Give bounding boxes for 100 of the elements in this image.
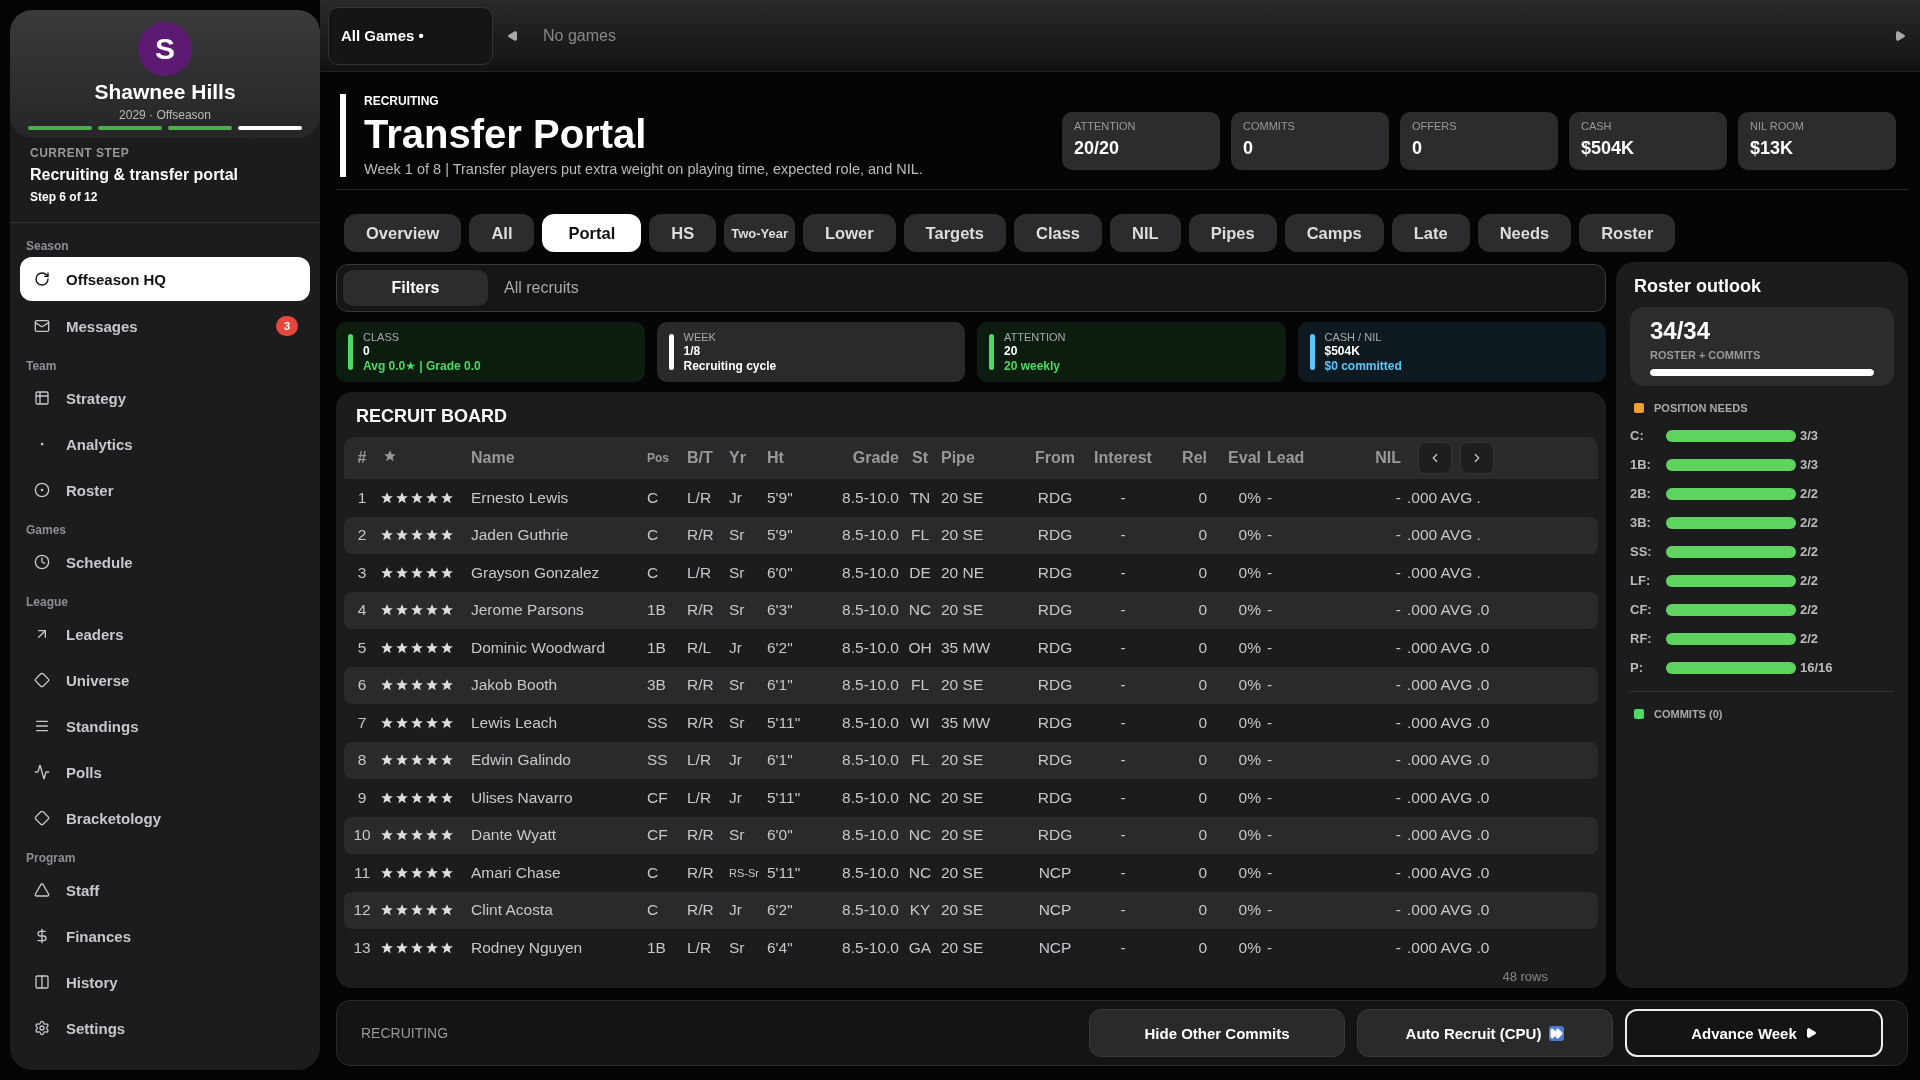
table-cell-text: R/R: [686, 676, 715, 695]
star-icon[interactable]: [383, 449, 397, 463]
star-icon: [410, 565, 424, 580]
nav-item[interactable]: Standings: [20, 705, 310, 747]
nav-item[interactable]: Leaders: [20, 613, 310, 655]
nav-item[interactable]: Staff: [20, 869, 310, 911]
nav-item[interactable]: Bracketology: [20, 797, 310, 839]
column-header[interactable]: Ht: [764, 449, 820, 467]
tab[interactable]: Two-Year: [724, 214, 795, 252]
diamond-icon: [34, 672, 50, 688]
position-label: CF:: [1630, 602, 1653, 617]
table-cell-text: 0: [1197, 751, 1208, 770]
tab[interactable]: Portal: [542, 214, 642, 252]
position-label: 2B:: [1630, 486, 1652, 501]
star-icon: [425, 603, 439, 618]
table-row[interactable]: 6 Jakob Booth 3B R/R Sr 6'1" 8.5-10.0 FL 20 SE RDG - 0 0% - - .000 AVG .0: [344, 666, 1598, 704]
table-cell-text: RDG: [1036, 826, 1074, 845]
table-cell-text: 6'1": [766, 751, 794, 770]
table-cell-text: 0%: [1237, 676, 1262, 695]
right-arrow-icon[interactable]: [1894, 29, 1906, 42]
nav-item[interactable]: History: [20, 961, 310, 1003]
column-header[interactable]: #: [344, 449, 380, 467]
nav-item[interactable]: Polls: [20, 751, 310, 793]
games-dropdown[interactable]: All Games •: [328, 6, 493, 65]
nav-item[interactable]: Schedule: [20, 541, 310, 583]
column-header[interactable]: Pos: [644, 451, 684, 465]
nav-item[interactable]: Universe: [20, 659, 310, 701]
column-header[interactable]: St: [902, 449, 938, 467]
table-cell-text: 8.5-10.0: [841, 826, 900, 845]
tab[interactable]: Overview: [344, 214, 462, 252]
column-header[interactable]: Name: [468, 449, 644, 467]
nav-label: Leaders: [66, 625, 125, 643]
tab[interactable]: Needs: [1477, 214, 1572, 252]
star-icon: [380, 603, 394, 618]
nav-item[interactable]: Settings: [20, 1007, 310, 1049]
left-arrow-icon[interactable]: [507, 29, 519, 42]
tab[interactable]: Lower: [803, 214, 896, 252]
nav-section-title: Season: [25, 238, 70, 255]
tab[interactable]: Pipes: [1188, 214, 1277, 252]
nav-item[interactable]: Offseason HQ: [20, 257, 310, 301]
column-header[interactable]: Yr: [726, 449, 764, 467]
tab[interactable]: Camps: [1284, 214, 1384, 252]
table-cell-text: -: [1266, 488, 1274, 507]
tab[interactable]: NIL: [1110, 214, 1181, 252]
action-button[interactable]: Auto Recruit (CPU): [1357, 1009, 1613, 1057]
table-cell-text: Rodney Nguyen: [470, 938, 584, 957]
table-cell-text: NC: [907, 863, 933, 882]
table-cell-text: RDG: [1036, 788, 1074, 807]
table-cell-text: 1B: [646, 638, 667, 657]
step-count: Step 6 of 12: [30, 190, 99, 204]
nav-item[interactable]: Roster: [20, 469, 310, 511]
nav-item[interactable]: Analytics: [20, 423, 310, 465]
table-row[interactable]: 2 Jaden Guthrie C R/R Sr 5'9" 8.5-10.0 FL 20 SE RDG - 0 0% - - .000 AVG .: [344, 516, 1598, 554]
roster-total-label: ROSTER + COMMITS: [1650, 349, 1762, 361]
table-cell-text: DE: [908, 563, 932, 582]
table-cell-text: FL: [909, 526, 931, 545]
pulse-line-icon: [34, 764, 50, 780]
column-header[interactable]: Rel: [1166, 449, 1210, 467]
star-icon: [395, 865, 409, 880]
column-header[interactable]: Eval: [1210, 449, 1264, 467]
star-icon: [395, 528, 409, 543]
column-header[interactable]: Interest: [1080, 449, 1166, 467]
summary-label: CLASS: [363, 331, 401, 343]
table-row[interactable]: 10 Dante Wyatt CF R/R Sr 6'0" 8.5-10.0 NC 20 SE RDG - 0 0% - - .000 AVG .0: [344, 816, 1598, 854]
table-cell-text: .000 AVG .0: [1406, 863, 1491, 882]
column-header[interactable]: From: [1030, 449, 1080, 467]
table-row[interactable]: 12 Clint Acosta C R/R Jr 6'2" 8.5-10.0 KY 20 SE NCP - 0 0% - - .000 AVG .0: [344, 891, 1598, 929]
table-cell-text: Dante Wyatt: [470, 826, 558, 845]
star-icon: [395, 753, 409, 768]
stat-label: CASH: [1581, 120, 1613, 132]
tab[interactable]: Targets: [903, 214, 1006, 252]
table-cell-text: Sr: [728, 563, 746, 582]
table-cell-text: C: [646, 901, 660, 920]
table-cell-text: C: [646, 526, 660, 545]
tab[interactable]: Roster: [1579, 214, 1676, 252]
filters-button[interactable]: Filters: [343, 270, 488, 306]
column-header[interactable]: NIL: [1348, 449, 1404, 467]
action-button[interactable]: Advance Week: [1625, 1009, 1883, 1057]
star-icon: [440, 753, 454, 768]
column-header[interactable]: Lead: [1264, 449, 1348, 467]
table-row[interactable]: 8 Edwin Galindo SS L/R Jr 6'1" 8.5-10.0 FL 20 SE RDG - 0 0% - - .000 AVG .0: [344, 741, 1598, 779]
table-cell-text: -: [1394, 526, 1402, 545]
table-cell-text: 5'9": [766, 488, 794, 507]
table-row[interactable]: 4 Jerome Parsons 1B R/R Sr 6'3" 8.5-10.0 NC 20 SE RDG - 0 0% - - .000 AVG .0: [344, 591, 1598, 629]
action-button[interactable]: Hide Other Commits: [1089, 1009, 1345, 1057]
column-header[interactable]: B/T: [684, 449, 726, 467]
table-cell-text: Sr: [728, 826, 746, 845]
nav-item[interactable]: Finances: [20, 915, 310, 957]
nav-item[interactable]: Messages 3: [20, 305, 310, 347]
nav-item[interactable]: Strategy: [20, 377, 310, 419]
table-cell-text: CF: [646, 788, 669, 807]
tab[interactable]: Class: [1014, 214, 1103, 252]
column-header[interactable]: Pipe: [938, 449, 1030, 467]
tab[interactable]: All: [469, 214, 535, 252]
star-icon: [395, 715, 409, 730]
tab[interactable]: Late: [1391, 214, 1470, 252]
column-header[interactable]: Grade: [820, 449, 902, 467]
nav-label: Polls: [66, 763, 103, 781]
tab[interactable]: HS: [649, 214, 717, 252]
table-cell-text: .000 AVG .0: [1406, 676, 1491, 695]
